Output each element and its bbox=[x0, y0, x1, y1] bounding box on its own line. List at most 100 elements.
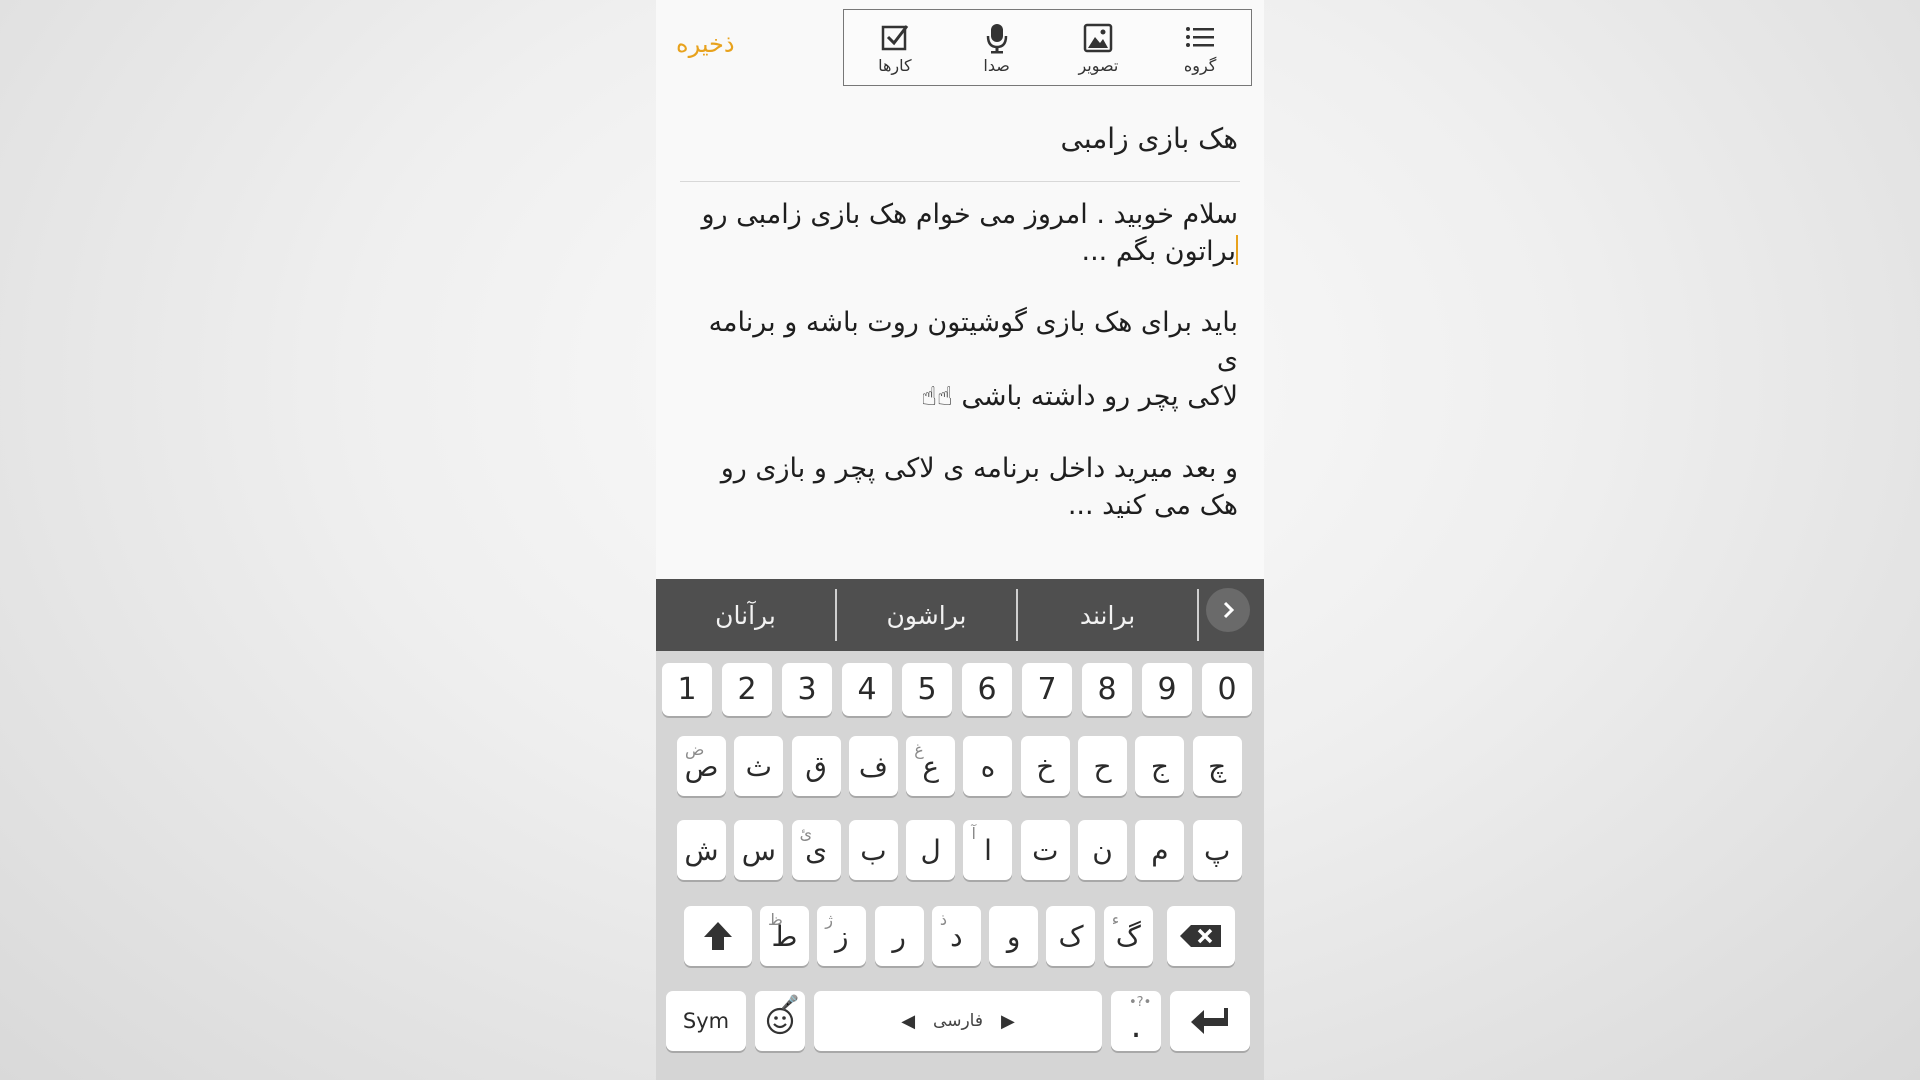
backspace-key[interactable] bbox=[1167, 906, 1236, 966]
note-title[interactable]: هک بازی زامبی bbox=[1061, 122, 1238, 155]
key[interactable]: ظط bbox=[760, 906, 809, 966]
key-alt-label: غ bbox=[914, 740, 924, 759]
group-label: گروه bbox=[1183, 56, 1217, 75]
key[interactable]: ش bbox=[677, 820, 726, 880]
key[interactable]: ث bbox=[734, 736, 784, 796]
chevron-right-icon bbox=[1223, 601, 1235, 619]
space-key[interactable]: ◀ فارسی ▶ bbox=[814, 991, 1102, 1051]
key-label: 8 bbox=[1097, 672, 1117, 707]
key-alt-label: آ bbox=[971, 824, 976, 843]
key[interactable]: 3 bbox=[782, 663, 832, 716]
sym-key[interactable]: Sym bbox=[666, 991, 746, 1051]
enter-key[interactable] bbox=[1170, 991, 1250, 1051]
tasks-button[interactable]: کارها bbox=[844, 10, 946, 85]
key[interactable]: 0 bbox=[1202, 663, 1252, 716]
key-label: ع bbox=[922, 749, 940, 783]
key-label: ر bbox=[892, 919, 906, 953]
paragraph-line: سلام خوبید . امروز می خوام هک بازی زامبی… bbox=[701, 199, 1238, 230]
caret-left-icon: ◀ bbox=[901, 1010, 916, 1032]
shift-arrow-icon bbox=[704, 922, 732, 950]
paragraph-line: براتون بگم ... bbox=[1081, 236, 1236, 267]
key-label: ف bbox=[858, 749, 888, 783]
caret-right-icon: ▶ bbox=[1000, 1010, 1015, 1032]
key-label: ا bbox=[984, 833, 992, 867]
key[interactable]: ل bbox=[906, 820, 956, 880]
letter-row-2: شس ئی بل آا تن مپ bbox=[677, 820, 1250, 880]
key[interactable]: س bbox=[734, 820, 784, 880]
key[interactable]: آا bbox=[963, 820, 1013, 880]
period-alt-label: •?• bbox=[1129, 995, 1152, 1010]
save-button[interactable]: ذخیره bbox=[676, 30, 735, 58]
key[interactable]: و bbox=[989, 906, 1039, 966]
mic-icon: 🎤 bbox=[781, 995, 799, 1011]
suggestion-2[interactable]: براشون bbox=[837, 601, 1016, 630]
shift-key[interactable] bbox=[684, 906, 752, 966]
key[interactable]: 4 bbox=[842, 663, 892, 716]
key-label: ه bbox=[980, 749, 996, 783]
key[interactable]: ذد bbox=[931, 906, 981, 966]
key-label: ز bbox=[835, 919, 849, 953]
key-label: ح bbox=[1093, 749, 1112, 783]
key[interactable]: ف bbox=[848, 736, 898, 796]
key[interactable]: ر bbox=[874, 906, 924, 966]
key[interactable]: 9 bbox=[1142, 663, 1192, 716]
key[interactable]: 8 bbox=[1082, 663, 1132, 716]
key-label: 1 bbox=[677, 672, 697, 707]
key[interactable]: پ bbox=[1192, 820, 1242, 880]
key-label: ب bbox=[860, 833, 887, 867]
emoji-key[interactable]: 🎤 bbox=[755, 991, 805, 1051]
key-label: 4 bbox=[857, 672, 877, 707]
key[interactable]: 7 bbox=[1022, 663, 1072, 716]
suggestion-3[interactable]: برانند bbox=[1018, 601, 1197, 630]
paragraph-line: هک می کنید ... bbox=[1067, 490, 1238, 521]
key[interactable]: ت bbox=[1020, 820, 1070, 880]
key[interactable]: ج bbox=[1135, 736, 1185, 796]
key[interactable]: ن bbox=[1078, 820, 1128, 880]
period-label: . bbox=[1130, 1006, 1142, 1046]
key[interactable]: ضص bbox=[677, 736, 726, 796]
phone-screen: ذخیره کارها صدا تصویر گروه هک بازی زامبی… bbox=[656, 0, 1264, 1080]
image-icon bbox=[1084, 23, 1113, 53]
group-button[interactable]: گروه bbox=[1149, 10, 1251, 85]
key[interactable]: ق bbox=[791, 736, 841, 796]
key[interactable]: ءگ bbox=[1103, 906, 1153, 966]
key[interactable]: م bbox=[1135, 820, 1185, 880]
image-label: تصویر bbox=[1078, 56, 1119, 75]
note-body[interactable]: سلام خوبید . امروز می خوام هک بازی زامبی… bbox=[686, 196, 1238, 558]
number-row: 1 2 3 4 5 6 7 8 9 0 bbox=[662, 663, 1262, 716]
text-cursor bbox=[1236, 235, 1238, 265]
pointing-up-emoji: ☝☝ bbox=[921, 382, 953, 412]
key-label: ج bbox=[1150, 749, 1169, 783]
expand-suggestions-button[interactable] bbox=[1206, 588, 1250, 632]
key[interactable]: ب bbox=[848, 820, 898, 880]
key[interactable]: غع bbox=[906, 736, 956, 796]
key-alt-label: ئ bbox=[799, 824, 813, 843]
key[interactable]: ک bbox=[1046, 906, 1096, 966]
microphone-icon bbox=[986, 24, 1007, 54]
image-button[interactable]: تصویر bbox=[1048, 10, 1150, 85]
key-label: س bbox=[741, 833, 776, 867]
paragraph-1: سلام خوبید . امروز می خوام هک بازی زامبی… bbox=[686, 196, 1238, 270]
letter-keys: ظطژز ر ذدوکءگ bbox=[760, 906, 1161, 966]
period-key[interactable]: •?• . bbox=[1111, 991, 1161, 1051]
key[interactable]: ژز bbox=[817, 906, 867, 966]
key-label: 0 bbox=[1217, 672, 1237, 707]
key-label: د bbox=[950, 919, 963, 953]
key[interactable]: ئی bbox=[791, 820, 841, 880]
key[interactable]: 5 bbox=[902, 663, 952, 716]
key[interactable]: چ bbox=[1192, 736, 1242, 796]
key-label: گ bbox=[1115, 919, 1141, 953]
key[interactable]: ح bbox=[1078, 736, 1128, 796]
paragraph-line: و بعد میرید داخل برنامه ی لاکی پچر و باز… bbox=[720, 453, 1238, 484]
key[interactable]: خ bbox=[1020, 736, 1070, 796]
letter-row-3: ظطژز ر ذدوکءگ bbox=[684, 906, 1236, 966]
key[interactable]: 2 bbox=[722, 663, 772, 716]
key[interactable]: 6 bbox=[962, 663, 1012, 716]
voice-button[interactable]: صدا bbox=[946, 10, 1048, 85]
key[interactable]: ه bbox=[963, 736, 1013, 796]
key-label: 3 bbox=[797, 672, 817, 707]
key[interactable]: 1 bbox=[662, 663, 712, 716]
voice-label: صدا bbox=[983, 56, 1010, 75]
suggestion-1[interactable]: برآنان bbox=[656, 601, 835, 630]
bottom-row: Sym 🎤 ◀ فارسی ▶ •?• . bbox=[666, 991, 1250, 1051]
